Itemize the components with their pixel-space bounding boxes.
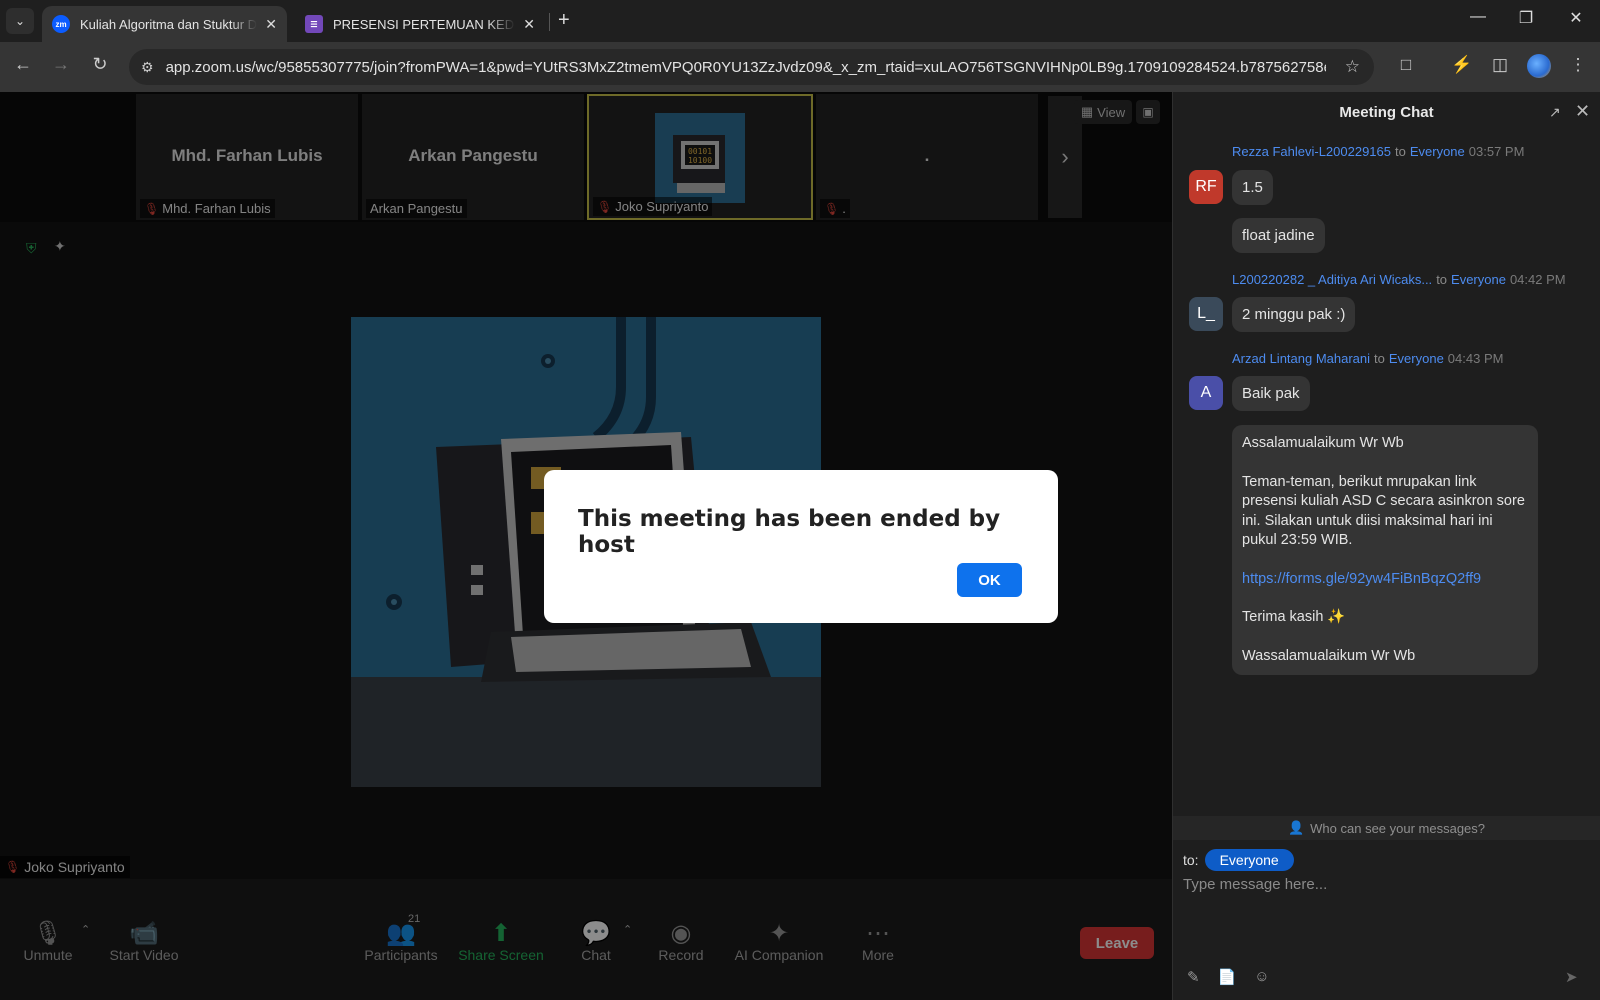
- ok-button[interactable]: OK: [957, 563, 1022, 597]
- reload-icon[interactable]: ↻: [87, 54, 113, 75]
- person-lock-icon: 👤: [1287, 820, 1305, 835]
- browser-tab-strip: ⌄ zm Kuliah Algoritma dan Stuktur D ✕ ☰ …: [0, 0, 1600, 42]
- who-can-see-banner[interactable]: 👤 Who can see your messages?: [1173, 816, 1600, 840]
- format-text-icon[interactable]: ✎: [1187, 968, 1200, 986]
- message-header: L200220282 _ Aditiya Ari Wicaks... to Ever…: [1232, 272, 1566, 287]
- sparkles-emoji-icon: ✨: [1327, 609, 1346, 625]
- new-tab-icon[interactable]: +: [558, 9, 570, 32]
- performance-icon[interactable]: ⚡: [1450, 55, 1474, 75]
- url-text: app.zoom.us/wc/95855307775/join?fromPWA=…: [165, 58, 1326, 76]
- forms-icon: ☰: [305, 15, 323, 33]
- extensions-icon[interactable]: □: [1394, 55, 1418, 75]
- recipient-row: to: Everyone: [1183, 849, 1294, 871]
- emoji-icon[interactable]: ☺: [1254, 968, 1269, 986]
- forms-link[interactable]: https://forms.gle/92yw4FiBnBqzQ2ff9: [1242, 570, 1528, 590]
- zoom-icon: zm: [52, 15, 70, 33]
- chat-tools: ✎ 📄 ☺: [1187, 968, 1270, 986]
- avatar: A: [1189, 376, 1223, 410]
- tab-divider: [549, 13, 550, 31]
- tab-zoom[interactable]: zm Kuliah Algoritma dan Stuktur D ✕: [42, 6, 287, 42]
- avatar: L_: [1189, 297, 1223, 331]
- close-chat-icon[interactable]: ✕: [1575, 101, 1590, 122]
- tab-search-chevron-icon[interactable]: ⌄: [6, 8, 34, 34]
- file-icon[interactable]: 📄: [1218, 968, 1237, 986]
- address-bar[interactable]: ⚙ app.zoom.us/wc/95855307775/join?fromPW…: [129, 49, 1374, 85]
- message-header: Arzad Lintang Maharani to Everyone 04:43 PM: [1232, 351, 1504, 366]
- site-info-icon[interactable]: ⚙: [141, 59, 154, 76]
- browser-menu-icon[interactable]: ⋮: [1566, 55, 1590, 75]
- profile-avatar[interactable]: [1527, 54, 1551, 78]
- chat-bubble[interactable]: 1.5: [1232, 170, 1273, 205]
- chat-bubble[interactable]: float jadine: [1232, 218, 1325, 253]
- dialog-message: This meeting has been ended by host: [578, 506, 1001, 558]
- meeting-ended-dialog: This meeting has been ended by host OK: [544, 470, 1058, 623]
- side-panel-icon[interactable]: ◫: [1488, 55, 1512, 75]
- chat-title: Meeting Chat: [1339, 104, 1434, 121]
- chat-bubble-long[interactable]: Assalamualaikum Wr Wb Teman-teman, berik…: [1232, 425, 1538, 675]
- meeting-chat-panel: Meeting Chat ↗ ✕ Rezza Fahlevi-L20022916…: [1172, 92, 1600, 1000]
- close-tab-icon[interactable]: ✕: [265, 16, 277, 33]
- browser-toolbar: ← → ↻ ⚙ app.zoom.us/wc/95855307775/join?…: [0, 42, 1600, 92]
- minimize-icon[interactable]: —: [1455, 8, 1501, 26]
- message-input[interactable]: Type message here...: [1183, 876, 1327, 893]
- tab-forms[interactable]: ☰ PRESENSI PERTEMUAN KEDUA ✕: [295, 6, 545, 42]
- back-icon[interactable]: ←: [10, 54, 36, 75]
- chat-bubble[interactable]: Baik pak: [1232, 376, 1310, 411]
- avatar: RF: [1189, 170, 1223, 204]
- restore-icon[interactable]: ❐: [1503, 8, 1549, 28]
- message-header: Rezza Fahlevi-L200229165 to Everyone 03:57 …: [1232, 144, 1525, 159]
- send-icon[interactable]: ➤: [1565, 968, 1578, 986]
- chat-bubble[interactable]: 2 minggu pak :): [1232, 297, 1356, 332]
- pop-out-icon[interactable]: ↗: [1549, 104, 1561, 121]
- window-close-icon[interactable]: ✕: [1553, 8, 1599, 28]
- recipient-select[interactable]: Everyone: [1204, 849, 1294, 871]
- forward-icon[interactable]: →: [48, 54, 74, 75]
- close-tab-icon[interactable]: ✕: [523, 16, 535, 33]
- bookmark-star-icon[interactable]: ☆: [1345, 57, 1360, 77]
